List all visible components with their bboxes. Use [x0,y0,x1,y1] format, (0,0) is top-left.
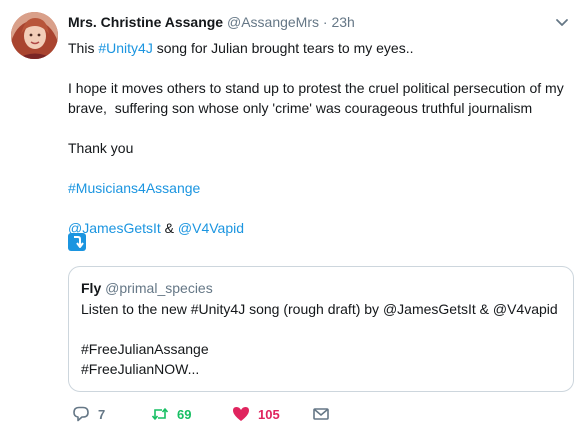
reply-count: 7 [98,406,106,422]
direct-message-button[interactable] [312,403,330,425]
tweet[interactable]: Mrs. Christine Assange @AssangeMrs · 23h… [0,0,585,437]
heart-icon [232,405,250,423]
retweet-icon [151,405,169,423]
quote-text: Listen to the new #Unity4J song (rough d… [81,299,561,379]
display-name[interactable]: Mrs. Christine Assange [68,14,223,30]
thank-you-text: Thank you [68,140,134,156]
action-bar: 7 69 105 [72,403,472,425]
reply-icon [72,405,90,423]
quote-header: Fly @primal_species [81,279,561,297]
retweet-button[interactable]: 69 [151,403,191,425]
quote-line-2: #FreeJulianAssange [81,341,209,357]
hashtag-unity4j[interactable]: #Unity4J [98,40,152,56]
tweet-text: This #Unity4J song for Julian brought te… [68,38,568,238]
chevron-down-icon[interactable] [555,15,569,29]
retweet-arrow-icon [68,233,86,251]
quote-line-1: Listen to the new #Unity4J song (rough d… [81,301,558,317]
text-segment: song for Julian brought tears to my eyes… [152,40,414,56]
reply-button[interactable]: 7 [72,403,105,425]
text-line-3: brave, suffering son whose only 'crime' … [68,100,533,116]
mentions-line: @JamesGetsIt & @V4Vapid [68,218,568,238]
like-button[interactable]: 105 [232,403,280,425]
user-handle[interactable]: @AssangeMrs [227,14,319,30]
avatar[interactable] [11,12,58,59]
text-segment: This [68,40,99,56]
quote-display-name: Fly [81,280,102,296]
text-line-1: This #Unity4J song for Julian brought te… [68,38,568,58]
ampersand: & [160,220,178,236]
text-line-2: I hope it moves others to stand up to pr… [68,80,564,96]
quote-handle: @primal_species [105,280,213,296]
envelope-icon [312,405,330,423]
quoted-tweet[interactable]: Fly @primal_species Listen to the new #U… [68,266,574,392]
quote-line-3: #FreeJulianNOW... [81,361,200,377]
like-count: 105 [258,406,280,422]
separator-dot: · [322,14,328,30]
hashtag-musicians4assange[interactable]: #Musicians4Assange [68,178,568,198]
timestamp[interactable]: 23h [331,14,354,30]
mention-v4vapid[interactable]: @V4Vapid [178,220,244,236]
tweet-header: Mrs. Christine Assange @AssangeMrs · 23h [68,13,355,33]
retweet-count: 69 [177,406,192,422]
